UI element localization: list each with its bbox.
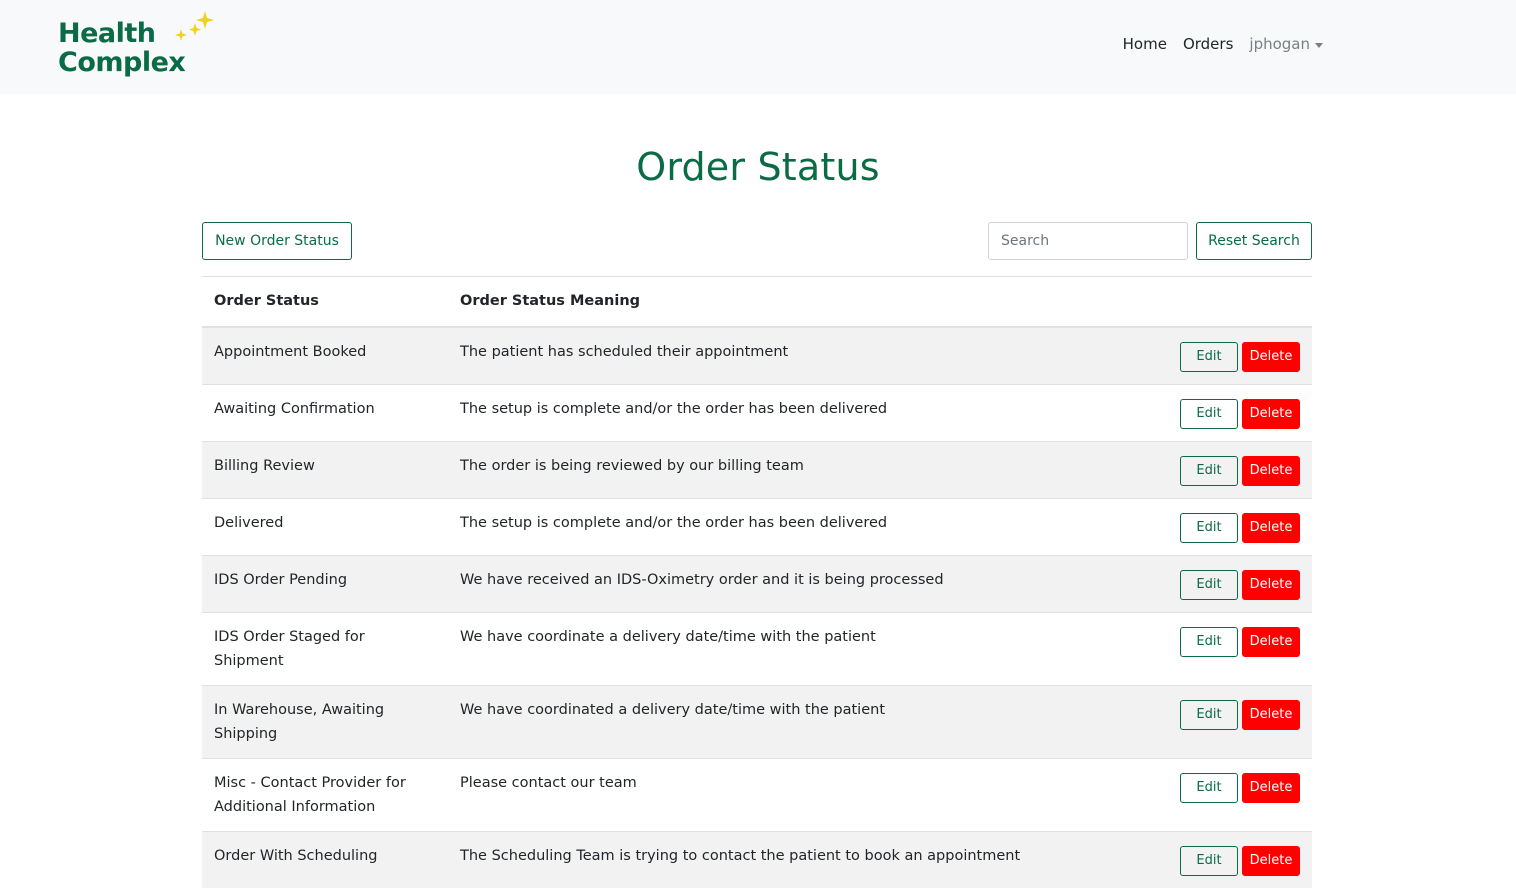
sparkle-icon: [175, 11, 214, 41]
edit-button[interactable]: Edit: [1180, 512, 1238, 543]
column-header-order-status-meaning: Order Status Meaning: [448, 276, 1148, 328]
table-header: Order Status Order Status Meaning: [202, 276, 1312, 328]
edit-button[interactable]: Edit: [1180, 341, 1238, 372]
table-row: Awaiting Confirmation The setup is compl…: [202, 383, 1312, 441]
table-row: Misc - Contact Provider for Additional I…: [202, 757, 1312, 831]
order-status-meaning-cell: Please contact our team: [448, 757, 1148, 831]
user-menu-dropdown[interactable]: jphogan: [1241, 35, 1331, 53]
order-status-cell: Order With Scheduling: [202, 830, 448, 888]
brand-logo[interactable]: Health Complex: [57, 11, 227, 83]
nav-orders-link[interactable]: Orders: [1175, 35, 1241, 53]
delete-button[interactable]: Delete: [1242, 626, 1300, 657]
table-row: Appointment Booked The patient has sched…: [202, 326, 1312, 384]
delete-button[interactable]: Delete: [1242, 398, 1300, 429]
delete-button[interactable]: Delete: [1242, 455, 1300, 486]
actions-cell: Edit Delete: [1148, 326, 1312, 384]
order-status-meaning-cell: The setup is complete and/or the order h…: [448, 383, 1148, 441]
reset-search-button[interactable]: Reset Search: [1196, 222, 1312, 260]
order-status-meaning-cell: The patient has scheduled their appointm…: [448, 326, 1148, 384]
order-status-cell: Awaiting Confirmation: [202, 383, 448, 441]
edit-button[interactable]: Edit: [1180, 455, 1238, 486]
order-status-meaning-cell: The setup is complete and/or the order h…: [448, 497, 1148, 555]
column-header-actions: [1148, 276, 1312, 328]
edit-button[interactable]: Edit: [1180, 626, 1238, 657]
order-status-meaning-cell: The order is being reviewed by our billi…: [448, 440, 1148, 498]
delete-button[interactable]: Delete: [1242, 772, 1300, 803]
order-status-meaning-cell: We have coordinated a delivery date/time…: [448, 684, 1148, 758]
new-order-status-button[interactable]: New Order Status: [202, 222, 352, 260]
caret-down-icon: [1315, 42, 1323, 48]
actions-cell: Edit Delete: [1148, 684, 1312, 758]
delete-button[interactable]: Delete: [1242, 845, 1300, 876]
table-body: Appointment Booked The patient has sched…: [202, 326, 1312, 888]
table-row: Order With Scheduling The Scheduling Tea…: [202, 830, 1312, 888]
actions-cell: Edit Delete: [1148, 757, 1312, 831]
table-row: Delivered The setup is complete and/or t…: [202, 497, 1312, 555]
order-status-cell: Misc - Contact Provider for Additional I…: [202, 757, 448, 831]
edit-button[interactable]: Edit: [1180, 845, 1238, 876]
order-status-cell: In Warehouse, Awaiting Shipping: [202, 684, 448, 758]
user-name: jphogan: [1249, 35, 1310, 53]
edit-button[interactable]: Edit: [1180, 398, 1238, 429]
edit-button[interactable]: Edit: [1180, 569, 1238, 600]
edit-button[interactable]: Edit: [1180, 699, 1238, 730]
main-nav: Home Orders jphogan: [1115, 35, 1331, 53]
brand-line-1: Health: [58, 18, 156, 49]
delete-button[interactable]: Delete: [1242, 569, 1300, 600]
order-status-meaning-cell: The Scheduling Team is trying to contact…: [448, 830, 1148, 888]
delete-button[interactable]: Delete: [1242, 512, 1300, 543]
table-row: Billing Review The order is being review…: [202, 440, 1312, 498]
brand-line-2: Complex: [58, 47, 186, 78]
search-input[interactable]: [988, 222, 1188, 260]
order-status-cell: Appointment Booked: [202, 326, 448, 384]
order-status-cell: IDS Order Staged for Shipment: [202, 611, 448, 685]
order-status-cell: Billing Review: [202, 440, 448, 498]
nav-home-link[interactable]: Home: [1115, 35, 1175, 53]
table-row: In Warehouse, Awaiting Shipping We have …: [202, 684, 1312, 758]
edit-button[interactable]: Edit: [1180, 772, 1238, 803]
delete-button[interactable]: Delete: [1242, 699, 1300, 730]
order-status-cell: Delivered: [202, 497, 448, 555]
delete-button[interactable]: Delete: [1242, 341, 1300, 372]
actions-cell: Edit Delete: [1148, 440, 1312, 498]
actions-cell: Edit Delete: [1148, 830, 1312, 888]
page-title: Order Status: [636, 145, 880, 189]
column-header-order-status: Order Status: [202, 276, 448, 328]
actions-cell: Edit Delete: [1148, 554, 1312, 612]
actions-cell: Edit Delete: [1148, 497, 1312, 555]
actions-cell: Edit Delete: [1148, 383, 1312, 441]
order-status-meaning-cell: We have coordinate a delivery date/time …: [448, 611, 1148, 685]
table-row: IDS Order Pending We have received an ID…: [202, 554, 1312, 612]
brand-wordmark: Health Complex: [58, 18, 186, 78]
order-status-meaning-cell: We have received an IDS-Oximetry order a…: [448, 554, 1148, 612]
order-status-table: Order Status Order Status Meaning Appoin…: [202, 276, 1312, 888]
order-status-cell: IDS Order Pending: [202, 554, 448, 612]
navbar: Health Complex Home Orders jphogan: [0, 0, 1516, 94]
order-status-table-container: Order Status Order Status Meaning Appoin…: [202, 276, 1312, 888]
table-row: IDS Order Staged for Shipment We have co…: [202, 611, 1312, 685]
actions-cell: Edit Delete: [1148, 611, 1312, 685]
